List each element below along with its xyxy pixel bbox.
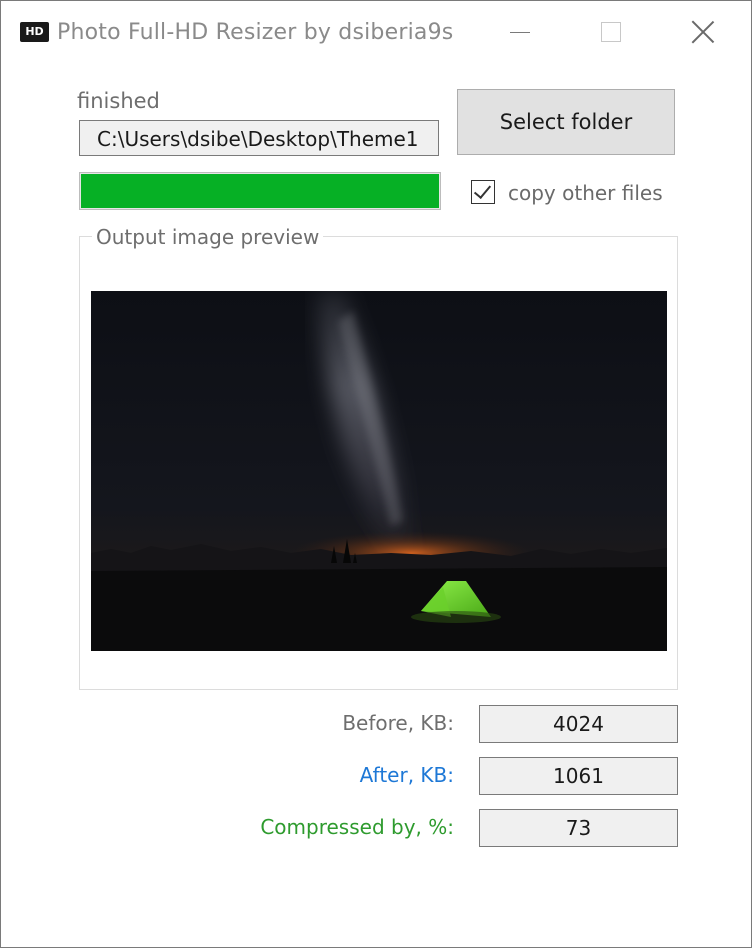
hd-app-icon: HD [20,22,49,42]
after-kb-label: After, KB: [359,763,454,787]
title-bar[interactable]: HD Photo Full-HD Resizer by dsiberia9s [1,1,751,63]
folder-path-field[interactable]: C:\Users\dsibe\Desktop\Theme1 [79,120,439,156]
before-kb-label: Before, KB: [342,711,454,735]
output-preview-image [91,291,667,651]
minimize-icon [510,31,530,33]
checkmark-icon [473,180,492,200]
compressed-by-label: Compressed by, %: [260,815,454,839]
close-button[interactable] [657,1,749,63]
status-label: finished [77,89,160,113]
before-kb-value: 4024 [479,705,678,743]
progress-bar [79,172,441,210]
app-window: HD Photo Full-HD Resizer by dsiberia9s f… [0,0,752,948]
maximize-icon [601,22,621,42]
window-title: Photo Full-HD Resizer by dsiberia9s [57,20,454,45]
minimize-button[interactable] [474,1,566,63]
select-folder-button[interactable]: Select folder [457,89,675,155]
compressed-by-value: 73 [479,809,678,847]
maximize-button[interactable] [565,1,657,63]
preview-group-title: Output image preview [92,225,324,249]
copy-other-files-label[interactable]: copy other files [508,181,663,205]
close-icon [691,20,715,44]
copy-other-files-checkbox[interactable] [471,180,495,204]
progress-fill [81,174,439,208]
after-kb-value: 1061 [479,757,678,795]
